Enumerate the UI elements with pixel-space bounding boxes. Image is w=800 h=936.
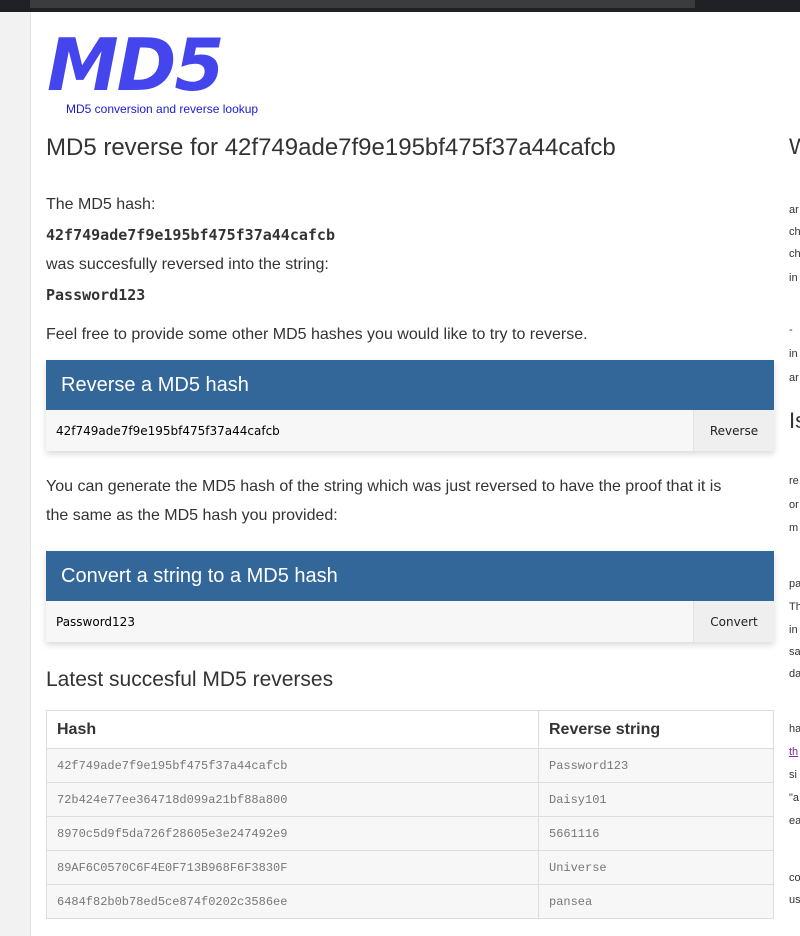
sidebar-heading-fragment: Is xyxy=(789,408,800,433)
hash-label: The MD5 hash: xyxy=(46,196,156,213)
sidebar-text-fragment: ch xyxy=(789,248,800,260)
table-row: 89AF6C0570C6F4E0F713B968F6F3830F Univers… xyxy=(46,850,774,885)
sidebar-text-fragment: in xyxy=(789,348,798,360)
sidebar-text-fragment: in xyxy=(789,624,798,636)
table-row: 72b424e77ee364718d099a21bf88a800 Daisy10… xyxy=(46,782,774,817)
column-header-hash: Hash xyxy=(46,710,539,749)
site-logo[interactable]: MD5 xyxy=(47,26,225,104)
reverse-string-cell: Daisy101 xyxy=(538,782,774,817)
hash-cell: 42f749ade7f9e195bf475f37a44cafcb xyxy=(46,748,539,783)
sidebar-text-fragment: - xyxy=(789,324,793,336)
sidebar-text-fragment: Th xyxy=(789,601,800,613)
proof-text-line-1: You can generate the MD5 hash of the str… xyxy=(46,478,722,495)
reversed-into-label: was succesfully reversed into the string… xyxy=(46,256,329,273)
sidebar-link-fragment[interactable]: th xyxy=(789,746,798,758)
horizontal-scrollbar[interactable] xyxy=(30,0,695,8)
hash-cell: 72b424e77ee364718d099a21bf88a800 xyxy=(46,782,539,817)
sidebar-text-fragment: re xyxy=(789,475,799,487)
sidebar-text-fragment: co xyxy=(789,872,800,884)
latest-reverses-table: Hash Reverse string 42f749ade7f9e195bf47… xyxy=(46,710,774,919)
table-row: 42f749ade7f9e195bf475f37a44cafcb Passwor… xyxy=(46,748,774,783)
convert-button[interactable]: Convert xyxy=(693,601,774,642)
sidebar-text-fragment: ha xyxy=(789,723,800,735)
latest-reverses-title: Latest succesful MD5 reverses xyxy=(46,668,334,691)
sidebar-text-fragment: sa xyxy=(789,646,800,658)
sidebar-text-fragment: or xyxy=(789,499,799,511)
table-row: 6484f82b0b78ed5ce874f0202c3586ee pansea xyxy=(46,884,774,919)
sidebar-text-fragment: pa xyxy=(789,578,800,590)
reverse-string-cell: Universe xyxy=(538,850,774,885)
sidebar-text-fragment: us xyxy=(789,894,800,906)
reversed-string-value: Password123 xyxy=(46,286,146,304)
site-tagline: MD5 conversion and reverse lookup xyxy=(66,102,259,116)
reverse-string-cell: Password123 xyxy=(538,748,774,783)
reverse-string-cell: pansea xyxy=(538,884,774,919)
column-header-reverse-string: Reverse string xyxy=(538,710,774,749)
reverse-string-cell: 5661116 xyxy=(538,816,774,851)
proof-text-line-2: the same as the MD5 hash you provided: xyxy=(46,507,338,524)
browser-top-bar xyxy=(0,0,800,12)
sidebar-text-fragment: ea xyxy=(789,815,800,827)
reverse-panel-title: Reverse a MD5 hash xyxy=(46,360,774,410)
hash-cell: 89AF6C0570C6F4E0F713B968F6F3830F xyxy=(46,850,539,885)
intro-footer-text: Feel free to provide some other MD5 hash… xyxy=(46,326,588,343)
table-header-row: Hash Reverse string xyxy=(46,710,774,749)
reverse-button[interactable]: Reverse xyxy=(693,410,774,451)
sidebar-text-fragment: m xyxy=(789,522,799,534)
sidebar-text-fragment: ar xyxy=(789,204,799,216)
reverse-hash-input[interactable] xyxy=(46,410,693,451)
left-gutter xyxy=(0,12,31,936)
page: MD5 MD5 conversion and reverse lookup MD… xyxy=(31,12,800,936)
sidebar-text-fragment: ar xyxy=(789,372,799,384)
reverse-hash-panel: Reverse a MD5 hash Reverse xyxy=(46,360,774,451)
table-row: 8970c5d9f5da726f28605e3e247492e9 5661116 xyxy=(46,816,774,851)
sidebar-text-fragment: si xyxy=(789,769,797,781)
reversed-hash-value: 42f749ade7f9e195bf475f37a44cafcb xyxy=(46,226,335,244)
convert-string-panel: Convert a string to a MD5 hash Convert xyxy=(46,551,774,642)
convert-string-input[interactable] xyxy=(46,601,693,642)
sidebar-text-fragment: ch xyxy=(789,226,800,238)
sidebar-text-fragment: da xyxy=(789,668,800,680)
sidebar-heading-fragment: W xyxy=(789,134,800,159)
right-sidebar-clipped: W ar ch ch in - in ar Is re or m pa Th i… xyxy=(786,12,800,936)
hash-cell: 6484f82b0b78ed5ce874f0202c3586ee xyxy=(46,884,539,919)
convert-panel-title: Convert a string to a MD5 hash xyxy=(46,551,774,601)
page-title: MD5 reverse for 42f749ade7f9e195bf475f37… xyxy=(46,134,616,161)
sidebar-text-fragment: in xyxy=(789,272,798,284)
sidebar-text-fragment: "a xyxy=(789,792,800,804)
hash-cell: 8970c5d9f5da726f28605e3e247492e9 xyxy=(46,816,539,851)
